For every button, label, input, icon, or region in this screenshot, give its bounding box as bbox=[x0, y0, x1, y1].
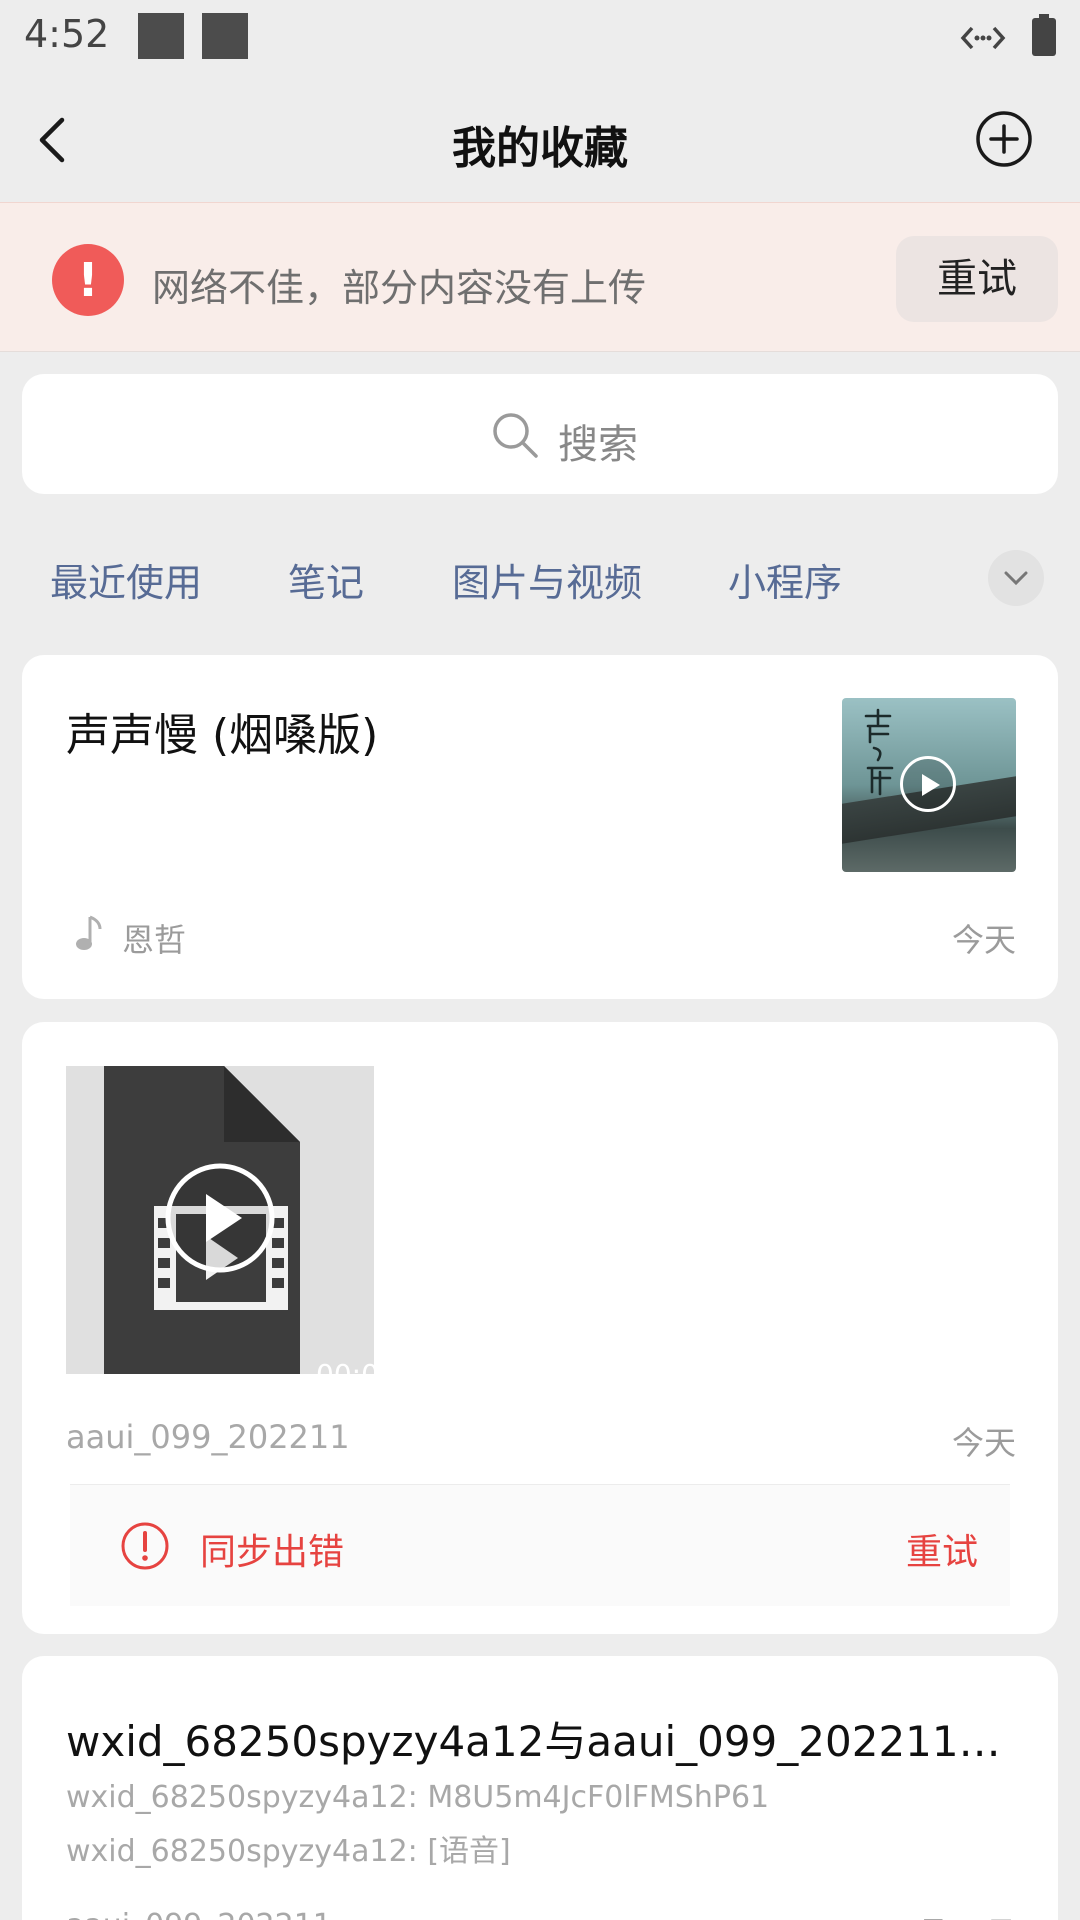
retry-upload-button[interactable]: 重试 bbox=[896, 236, 1058, 322]
chevron-down-icon bbox=[1004, 571, 1028, 586]
chat-source: aaui_099_202211 bbox=[66, 1908, 332, 1920]
category-filter-row: 最近使用 笔记 图片与视频 小程序 bbox=[0, 540, 1080, 616]
network-warning-banner: ! 网络不佳，部分内容没有上传 重试 bbox=[0, 202, 1080, 352]
favorite-item-video[interactable]: 00:04 aaui_099_202211 今天 同步出错 重试 bbox=[22, 1022, 1058, 1634]
notification-icon bbox=[202, 13, 248, 59]
search-placeholder: 搜索 bbox=[558, 422, 638, 468]
warning-message: 网络不佳，部分内容没有上传 bbox=[152, 266, 647, 310]
back-arrow-icon[interactable] bbox=[30, 112, 80, 168]
status-time: 4:52 bbox=[24, 12, 110, 56]
data-transfer-icon bbox=[960, 26, 1006, 50]
sync-retry-button[interactable]: 重试 bbox=[906, 1523, 978, 1575]
page-title: 我的收藏 bbox=[452, 123, 628, 174]
sync-error-bar: 同步出错 重试 bbox=[70, 1484, 1010, 1606]
chat-title: wxid_68250spyzy4a12与aaui_099_202211… bbox=[66, 1717, 1001, 1766]
favorite-item-chat[interactable]: wxid_68250spyzy4a12与aaui_099_202211… wxi… bbox=[22, 1656, 1058, 1920]
filter-notes[interactable]: 笔记 bbox=[288, 552, 364, 607]
item-date: 今天 bbox=[951, 921, 1016, 959]
play-icon bbox=[900, 756, 956, 812]
video-thumbnail[interactable]: 00:04 bbox=[66, 1066, 397, 1391]
music-title: 声声慢 (烟嗓版) bbox=[66, 710, 379, 761]
item-date: 6月11日 bbox=[899, 1908, 1016, 1920]
item-date: 今天 bbox=[951, 1424, 1016, 1462]
video-file-icon bbox=[104, 1066, 300, 1374]
filter-images-videos[interactable]: 图片与视频 bbox=[452, 552, 642, 607]
video-author: aaui_099_202211 bbox=[66, 1418, 350, 1456]
music-author: 恩哲 bbox=[122, 921, 187, 959]
search-icon bbox=[493, 413, 538, 458]
expand-filters-button[interactable] bbox=[988, 550, 1044, 606]
filter-mini-programs[interactable]: 小程序 bbox=[728, 552, 842, 607]
search-bar[interactable]: 搜索 bbox=[22, 374, 1058, 494]
error-icon bbox=[121, 1522, 169, 1570]
chat-preview-line: wxid_68250spyzy4a12: M8U5m4JcF0lFMShP61 bbox=[66, 1780, 770, 1815]
chat-preview-line: wxid_68250spyzy4a12: [语音] bbox=[66, 1834, 511, 1869]
cover-calligraphy bbox=[864, 708, 894, 796]
status-bar: 4:52 bbox=[0, 0, 1080, 76]
warning-icon: ! bbox=[52, 244, 124, 316]
sync-error-text: 同步出错 bbox=[200, 1532, 345, 1573]
favorite-item-music[interactable]: 声声慢 (烟嗓版) 恩哲 今天 bbox=[22, 655, 1058, 999]
battery-icon bbox=[1032, 14, 1056, 56]
video-duration: 00:04 bbox=[316, 1358, 397, 1391]
music-cover-image bbox=[842, 698, 1016, 872]
add-circle-icon[interactable] bbox=[975, 110, 1033, 168]
notification-icon bbox=[138, 13, 184, 59]
music-note-icon bbox=[76, 915, 102, 950]
nav-bar: 我的收藏 bbox=[0, 76, 1080, 202]
filter-recent[interactable]: 最近使用 bbox=[50, 552, 202, 607]
